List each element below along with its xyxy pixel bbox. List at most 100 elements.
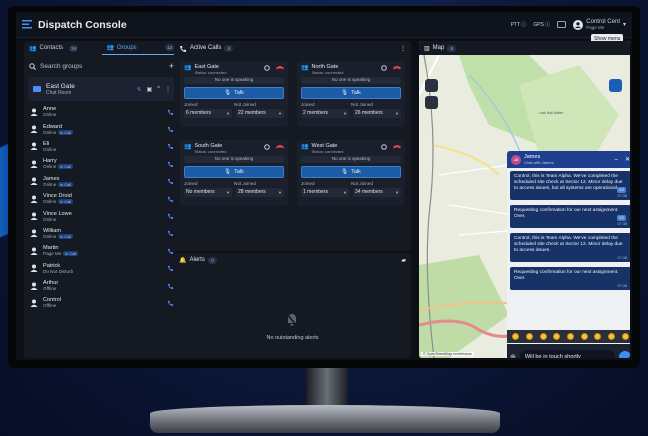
message-icon[interactable]: ▣ bbox=[147, 86, 153, 93]
map-location-button[interactable] bbox=[609, 79, 622, 92]
call-icon[interactable] bbox=[167, 126, 173, 133]
speaking-status: No one is speaking bbox=[301, 156, 401, 163]
talk-button[interactable]: 🎙 Talk bbox=[184, 165, 284, 178]
top-bar: Dispatch Console PTT ⓘ GPS ⓘ Control Cen… bbox=[16, 12, 632, 38]
map-header: ▥ Map 5 bbox=[419, 41, 630, 55]
emoji-7[interactable] bbox=[594, 333, 602, 340]
group-icon: 👥 bbox=[301, 144, 309, 150]
contact-item[interactable]: Patrick Do Not Disturb bbox=[24, 260, 179, 277]
person-icon bbox=[30, 108, 38, 116]
contact-item[interactable]: William Online In Call bbox=[24, 225, 179, 242]
search-input[interactable]: Search groups bbox=[40, 63, 82, 70]
tab-groups[interactable]: 👥 Groups 13 bbox=[101, 41, 179, 55]
chat-sub: Chat with James bbox=[524, 160, 554, 165]
message-text: Control, this is Team Alpha. We've compl… bbox=[514, 174, 623, 191]
joined-select[interactable]: 6 members ▼ bbox=[184, 108, 232, 118]
map-history-button[interactable] bbox=[425, 96, 438, 109]
call-icon[interactable] bbox=[167, 143, 173, 150]
message-input[interactable]: Will be in touch shortly bbox=[519, 349, 615, 358]
joined-select[interactable]: 1 members ▼ bbox=[301, 187, 349, 197]
active-calls-header: Active Calls 4 ⋮ bbox=[174, 41, 411, 55]
contact-item[interactable]: Anne Online bbox=[24, 103, 179, 120]
end-call-icon[interactable] bbox=[276, 65, 284, 70]
contact-item[interactable]: Vince Lowe Online bbox=[24, 207, 179, 224]
app-title: Dispatch Console bbox=[38, 18, 127, 31]
group-card-east-gate[interactable]: East Gate Chat Room ↯ ▣ ^ ⋮ bbox=[28, 77, 175, 101]
settings-icon[interactable] bbox=[264, 144, 270, 150]
call-icon[interactable] bbox=[167, 248, 173, 254]
chat-message: Requesting confirmation for our next ass… bbox=[510, 205, 630, 228]
speaking-status: No one is speaking bbox=[184, 156, 284, 163]
minimize-icon[interactable]: – bbox=[615, 157, 618, 163]
call-icon[interactable] bbox=[167, 161, 173, 167]
call-icon[interactable] bbox=[167, 213, 173, 220]
menu-icon[interactable] bbox=[22, 20, 32, 29]
joined-select[interactable]: No members ▼ bbox=[184, 187, 232, 197]
emoji-9[interactable] bbox=[621, 333, 629, 340]
not-joined-select[interactable]: 22 members ▼ bbox=[236, 108, 284, 118]
emoji-4[interactable] bbox=[553, 333, 561, 340]
more-icon[interactable]: ⋮ bbox=[165, 86, 171, 93]
call-card: 👥 East Gate Status: connected No one is spe… bbox=[180, 61, 288, 127]
chat-icon[interactable] bbox=[557, 20, 567, 29]
not-joined-select[interactable]: 34 members ▼ bbox=[353, 187, 401, 197]
in-call-badge: In Call bbox=[58, 199, 73, 205]
contact-item[interactable]: Harry Online In Call bbox=[24, 155, 179, 172]
contact-item[interactable]: Martin Page Me In Call bbox=[24, 242, 179, 259]
emoji-1[interactable] bbox=[512, 333, 520, 340]
call-card: 👥 West Gate Status: connected No one is spe… bbox=[297, 140, 405, 206]
tab-contacts[interactable]: 👥 Contacts 34 bbox=[24, 41, 102, 55]
add-attachment-icon[interactable]: ⊕ bbox=[510, 353, 516, 359]
talk-button[interactable]: 🎙 Talk bbox=[301, 165, 401, 178]
in-call-badge: In Call bbox=[63, 251, 78, 257]
more-icon[interactable]: ⋮ bbox=[400, 45, 406, 52]
emoji-8[interactable] bbox=[607, 333, 615, 340]
call-icon[interactable] bbox=[167, 283, 173, 289]
monitor-base bbox=[150, 405, 500, 433]
settings-icon[interactable] bbox=[381, 144, 387, 150]
call-icon[interactable] bbox=[167, 230, 173, 237]
joined-label: Joined bbox=[184, 101, 198, 107]
settings-icon[interactable] bbox=[381, 65, 387, 71]
not-joined-select[interactable]: 28 members ▼ bbox=[236, 187, 284, 197]
map-attribution: © OpenStreetMap contributors bbox=[421, 352, 474, 356]
contact-item[interactable]: Edward Online In Call bbox=[24, 120, 179, 137]
joined-label: Joined bbox=[184, 180, 198, 186]
call-group-icon[interactable]: ↯ bbox=[136, 86, 141, 93]
chat-window: JA James Chat with James – ✕ Control, th… bbox=[507, 151, 630, 358]
user-menu[interactable]: Control Cent Page Me ▾ bbox=[573, 19, 626, 30]
map-phone-button[interactable] bbox=[425, 79, 438, 92]
close-icon[interactable]: ✕ bbox=[625, 156, 630, 163]
settings-icon[interactable] bbox=[264, 65, 270, 71]
talk-button[interactable]: 🎙 Talk bbox=[301, 86, 401, 99]
end-call-icon[interactable] bbox=[276, 144, 284, 149]
call-icon[interactable] bbox=[167, 178, 173, 185]
contact-item[interactable]: Arthur Offline bbox=[24, 277, 179, 294]
search-groups[interactable]: Search groups + bbox=[24, 59, 179, 73]
contact-item[interactable]: James Online In Call bbox=[24, 173, 179, 190]
call-icon[interactable] bbox=[167, 265, 173, 272]
joined-select[interactable]: 2 members ▼ bbox=[301, 108, 349, 118]
emoji-2[interactable] bbox=[525, 333, 533, 340]
emoji-3[interactable] bbox=[539, 333, 547, 340]
talk-button[interactable]: 🎙 Talk bbox=[184, 86, 284, 99]
contact-item[interactable]: Vince Droid Online In Call bbox=[24, 190, 179, 207]
contact-item[interactable]: Eli Online bbox=[24, 138, 179, 155]
not-joined-select[interactable]: 26 members ▼ bbox=[353, 108, 401, 118]
call-icon[interactable] bbox=[167, 196, 173, 202]
search-icon bbox=[29, 62, 36, 70]
contact-status: Online bbox=[43, 129, 57, 135]
map-icon: ▥ bbox=[424, 45, 430, 52]
contact-status: Online bbox=[43, 216, 57, 222]
collapse-icon[interactable]: ^ bbox=[157, 86, 160, 93]
contact-item[interactable]: Control Offline bbox=[24, 294, 179, 311]
end-call-icon[interactable] bbox=[393, 144, 401, 149]
send-button[interactable] bbox=[619, 350, 630, 358]
call-icon[interactable] bbox=[167, 300, 173, 306]
emoji-5[interactable] bbox=[566, 333, 574, 340]
call-icon[interactable] bbox=[167, 109, 173, 115]
message-time: 07:38 bbox=[617, 284, 627, 288]
end-call-icon[interactable] bbox=[393, 65, 401, 70]
emoji-6[interactable] bbox=[580, 333, 588, 340]
clear-alerts-icon[interactable]: ▰ bbox=[401, 257, 406, 264]
